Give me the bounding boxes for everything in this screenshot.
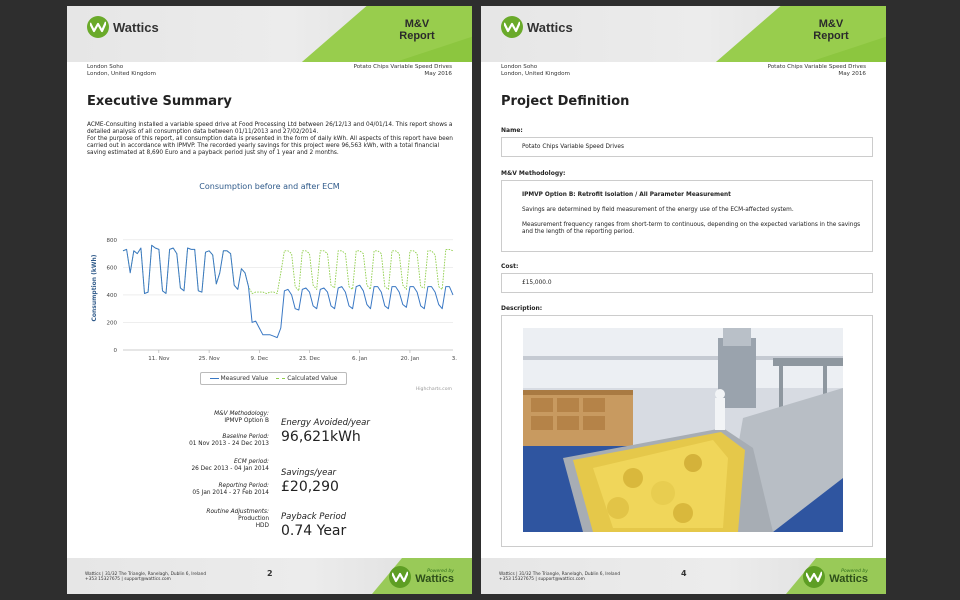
kpi-savings-value: £20,290 (281, 479, 339, 495)
footer-address: Wattics | 31/32 The Triangle, Ranelagh, … (499, 572, 620, 582)
name-value: Potato Chips Variable Speed Drives (522, 144, 624, 150)
wattics-logo-icon (389, 566, 412, 588)
cost-label: Cost: (501, 263, 519, 270)
wattics-logo-icon (501, 16, 523, 38)
location-line2: London, United Kingdom (87, 70, 156, 77)
location-line1: London Soho (501, 64, 538, 70)
x-tick-label: 3. Feb (452, 356, 459, 362)
x-tick-label: 9. Dec (250, 356, 268, 362)
cost-field: £15,000.0 (501, 273, 873, 293)
wattics-logo-icon (803, 566, 826, 588)
meta-value: HDD (255, 522, 269, 529)
meta-key: ECM period: (234, 459, 269, 465)
kpi-energy-label: Energy Avoided/year (281, 418, 370, 428)
doc-title: M&V Report (813, 18, 849, 42)
page-header: Wattics M&V Report (481, 6, 886, 62)
summary-paragraph-2: For the purpose of this report, all cons… (87, 136, 453, 156)
consumption-chart: 0 200 400 600 800 11. Nov 25. Nov 9. Dec 23. Dec… (91, 238, 459, 362)
legend-label-measured: Measured Value (220, 375, 269, 382)
summary-paragraph-1: ACME-Consulting installed a variable spe… (87, 122, 453, 135)
factory-photo (523, 328, 843, 532)
powered-by-logo: Powered by Wattics (389, 566, 454, 588)
y-tick-label: 400 (107, 293, 118, 299)
powered-by-brand: Wattics (415, 573, 454, 585)
legend-item-measured[interactable]: Measured Value (209, 375, 269, 382)
meta-baseline: Baseline Period: 01 Nov 2013 - 24 Dec 201… (127, 434, 269, 448)
wattics-logo-icon (87, 16, 109, 38)
description-label: Description: (501, 305, 543, 312)
report-page-4: Wattics M&V Report London Soho London, Un… (481, 6, 886, 594)
project-name: Potato Chips Variable Speed Drives (353, 64, 452, 70)
methodology-label: M&V Methodology: (501, 170, 566, 177)
meta-value: Production (238, 515, 269, 522)
chart-credit[interactable]: Highcharts.com (416, 387, 452, 392)
series-line-calculated (122, 244, 454, 294)
y-tick-label: 0 (114, 348, 118, 354)
powered-by-brand: Wattics (829, 573, 868, 585)
meta-key: Routine Adjustments: (206, 509, 269, 515)
y-tick-label: 600 (107, 265, 118, 271)
kpi-energy-value: 96,621kWh (281, 429, 361, 445)
chart-legend: Measured Value Calculated Value (200, 372, 347, 385)
kpi-payback-value: 0.74 Year (281, 523, 347, 539)
series-line-measured (122, 244, 454, 339)
x-tick-label: 23. Dec (299, 356, 320, 362)
meta-key: M&V Methodology: (214, 411, 269, 417)
address-line2: +353 15327675 | support@wattics.com (85, 577, 171, 583)
meta-value: 01 Nov 2013 - 24 Dec 2013 (189, 440, 269, 447)
meta-value: IPMVP Option B (224, 417, 269, 424)
y-tick-label: 800 (107, 238, 118, 244)
page-title: Executive Summary (87, 94, 232, 109)
methodology-text-2: Measurement frequency ranges from short-… (522, 222, 861, 235)
project-name: Potato Chips Variable Speed Drives (767, 64, 866, 70)
meta-value: 05 Jan 2014 - 27 Feb 2014 (192, 489, 269, 496)
x-tick-label: 20. Jan (400, 356, 419, 362)
page-number: 4 (681, 569, 687, 578)
methodology-title: IPMVP Option B: Retrofit Isolation / All… (522, 192, 731, 198)
doc-title: M&V Report (399, 18, 435, 42)
kpi-payback-label: Payback Period (281, 512, 347, 522)
powered-by-logo: Powered by Wattics (803, 566, 868, 588)
page-number: 2 (267, 569, 273, 578)
meta-key: Baseline Period: (222, 434, 269, 440)
name-field: Potato Chips Variable Speed Drives (501, 137, 873, 157)
factory-illustration (523, 328, 843, 532)
legend-item-calculated[interactable]: Calculated Value (276, 375, 337, 382)
brand-name: Wattics (113, 19, 159, 35)
brand-name: Wattics (527, 19, 573, 35)
chart-title: Consumption before and after ECM (199, 182, 340, 191)
name-label: Name: (501, 127, 523, 134)
footer-address: Wattics | 31/32 The Triangle, Ranelagh, … (85, 572, 206, 582)
report-page-2: Wattics M&V Report London Soho London, Un… (67, 6, 472, 594)
location-line2: London, United Kingdom (501, 70, 570, 77)
page-title: Project Definition (501, 94, 630, 109)
page-header: Wattics M&V Report (67, 6, 472, 62)
address-line2: +353 15327675 | support@wattics.com (499, 577, 585, 583)
methodology-field: IPMVP Option B: Retrofit Isolation / All… (501, 180, 873, 252)
wattics-logo: Wattics (87, 16, 159, 38)
meta-adjustments: Routine Adjustments: Production HDD (127, 509, 269, 529)
x-tick-label: 25. Nov (198, 356, 220, 362)
location-line1: London Soho (87, 64, 124, 70)
y-axis-label: Consumption (kWh) (91, 254, 98, 321)
meta-ecm: ECM period: 26 Dec 2013 - 04 Jan 2014 (127, 459, 269, 473)
legend-label-calculated: Calculated Value (287, 375, 338, 382)
summary-text: ACME-Consulting installed a variable spe… (87, 122, 459, 157)
page-footer: Wattics | 31/32 The Triangle, Ranelagh, … (481, 558, 886, 594)
x-tick-label: 11. Nov (148, 356, 170, 362)
meta-methodology: M&V Methodology: IPMVP Option B (127, 411, 269, 425)
meta-reporting: Reporting Period: 05 Jan 2014 - 27 Feb 20… (127, 483, 269, 497)
x-tick-label: 6. Jan (352, 356, 368, 362)
meta-value: 26 Dec 2013 - 04 Jan 2014 (191, 465, 269, 472)
cost-value: £15,000.0 (522, 280, 552, 286)
y-tick-label: 200 (107, 320, 118, 326)
kpi-savings-label: Savings/year (281, 468, 337, 478)
project-date: May 2016 (424, 70, 452, 77)
project-date: May 2016 (838, 70, 866, 77)
page-footer: Wattics | 31/32 The Triangle, Ranelagh, … (67, 558, 472, 594)
meta-key: Reporting Period: (218, 483, 269, 489)
methodology-text-1: Savings are determined by field measurem… (522, 207, 794, 213)
wattics-logo: Wattics (501, 16, 573, 38)
